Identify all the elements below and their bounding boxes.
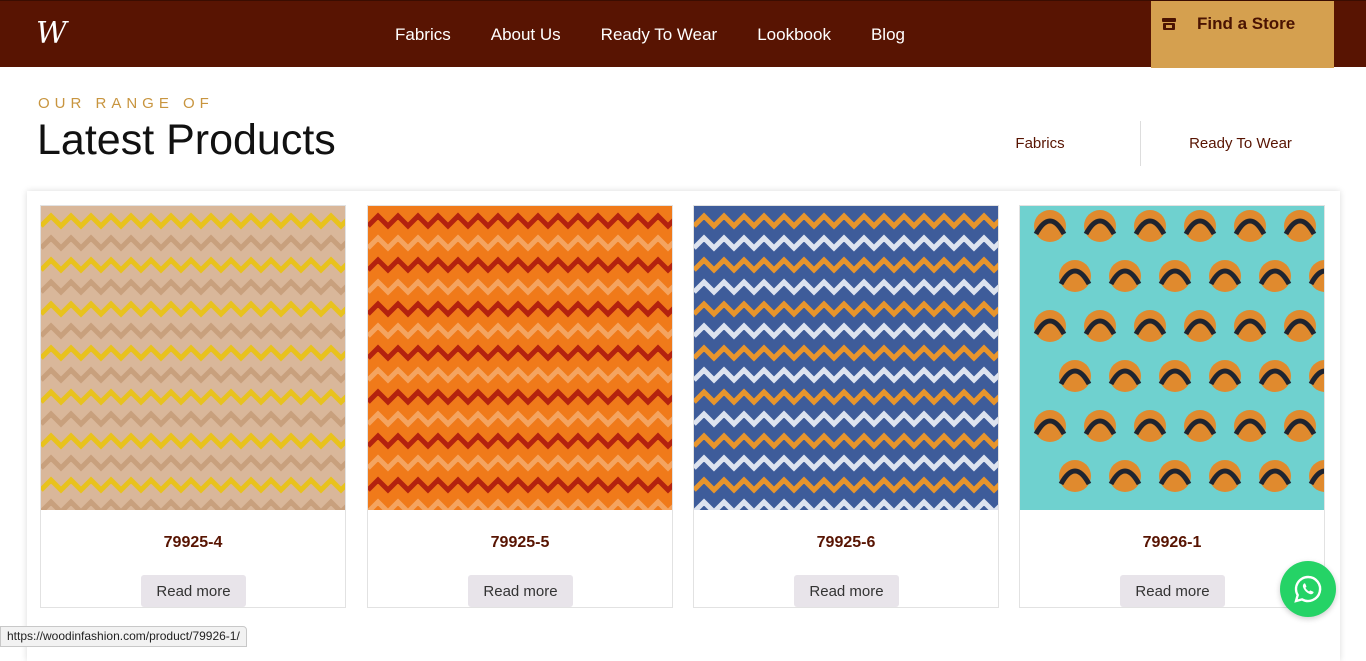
find-store-label: Find a Store bbox=[1197, 14, 1296, 33]
nav-ready-to-wear[interactable]: Ready To Wear bbox=[601, 25, 718, 45]
product-card: 79925-4 Read more bbox=[39, 205, 363, 608]
read-more-button[interactable]: Read more bbox=[1120, 575, 1225, 607]
filter-ready-to-wear[interactable]: Ready To Wear bbox=[1140, 121, 1340, 166]
products-panel: 79925-4 Read more 79925-5 Read more 7992… bbox=[27, 191, 1342, 661]
read-more-button[interactable]: Read more bbox=[468, 575, 573, 607]
nav-blog[interactable]: Blog bbox=[871, 25, 905, 45]
nav-fabrics[interactable]: Fabrics bbox=[395, 25, 451, 45]
product-name[interactable]: 79925-5 bbox=[368, 534, 672, 552]
product-name[interactable]: 79925-6 bbox=[694, 534, 998, 552]
nav-about-us[interactable]: About Us bbox=[491, 25, 561, 45]
store-icon bbox=[1162, 18, 1176, 30]
section-eyebrow: OUR RANGE OF bbox=[38, 95, 214, 112]
product-card: 79925-5 Read more bbox=[366, 205, 690, 608]
site-logo[interactable]: W bbox=[36, 17, 72, 51]
product-card: 79925-6 Read more bbox=[692, 205, 1016, 608]
link-status-bar: https://woodinfashion.com/product/79926-… bbox=[0, 626, 247, 647]
product-image[interactable] bbox=[1020, 206, 1342, 510]
nav-lookbook[interactable]: Lookbook bbox=[757, 25, 831, 45]
filter-fabrics[interactable]: Fabrics bbox=[940, 121, 1140, 166]
product-image[interactable] bbox=[39, 206, 363, 516]
find-store-button[interactable]: Find a Store bbox=[1151, 1, 1334, 68]
product-filters: Fabrics Ready To Wear bbox=[940, 121, 1340, 166]
product-image[interactable] bbox=[366, 206, 690, 516]
product-name[interactable]: 79926-1 bbox=[1020, 534, 1324, 552]
main-nav: Fabrics About Us Ready To Wear Lookbook … bbox=[395, 1, 945, 68]
product-card: 79926-1 Read more bbox=[1019, 205, 1342, 608]
section-title: Latest Products bbox=[37, 116, 336, 164]
read-more-button[interactable]: Read more bbox=[794, 575, 899, 607]
read-more-button[interactable]: Read more bbox=[141, 575, 246, 607]
product-name[interactable]: 79925-4 bbox=[41, 534, 345, 552]
whatsapp-button[interactable] bbox=[1280, 561, 1336, 617]
site-header: W Fabrics About Us Ready To Wear Lookboo… bbox=[0, 0, 1366, 68]
product-image[interactable] bbox=[692, 206, 1016, 516]
whatsapp-icon bbox=[1294, 575, 1322, 603]
